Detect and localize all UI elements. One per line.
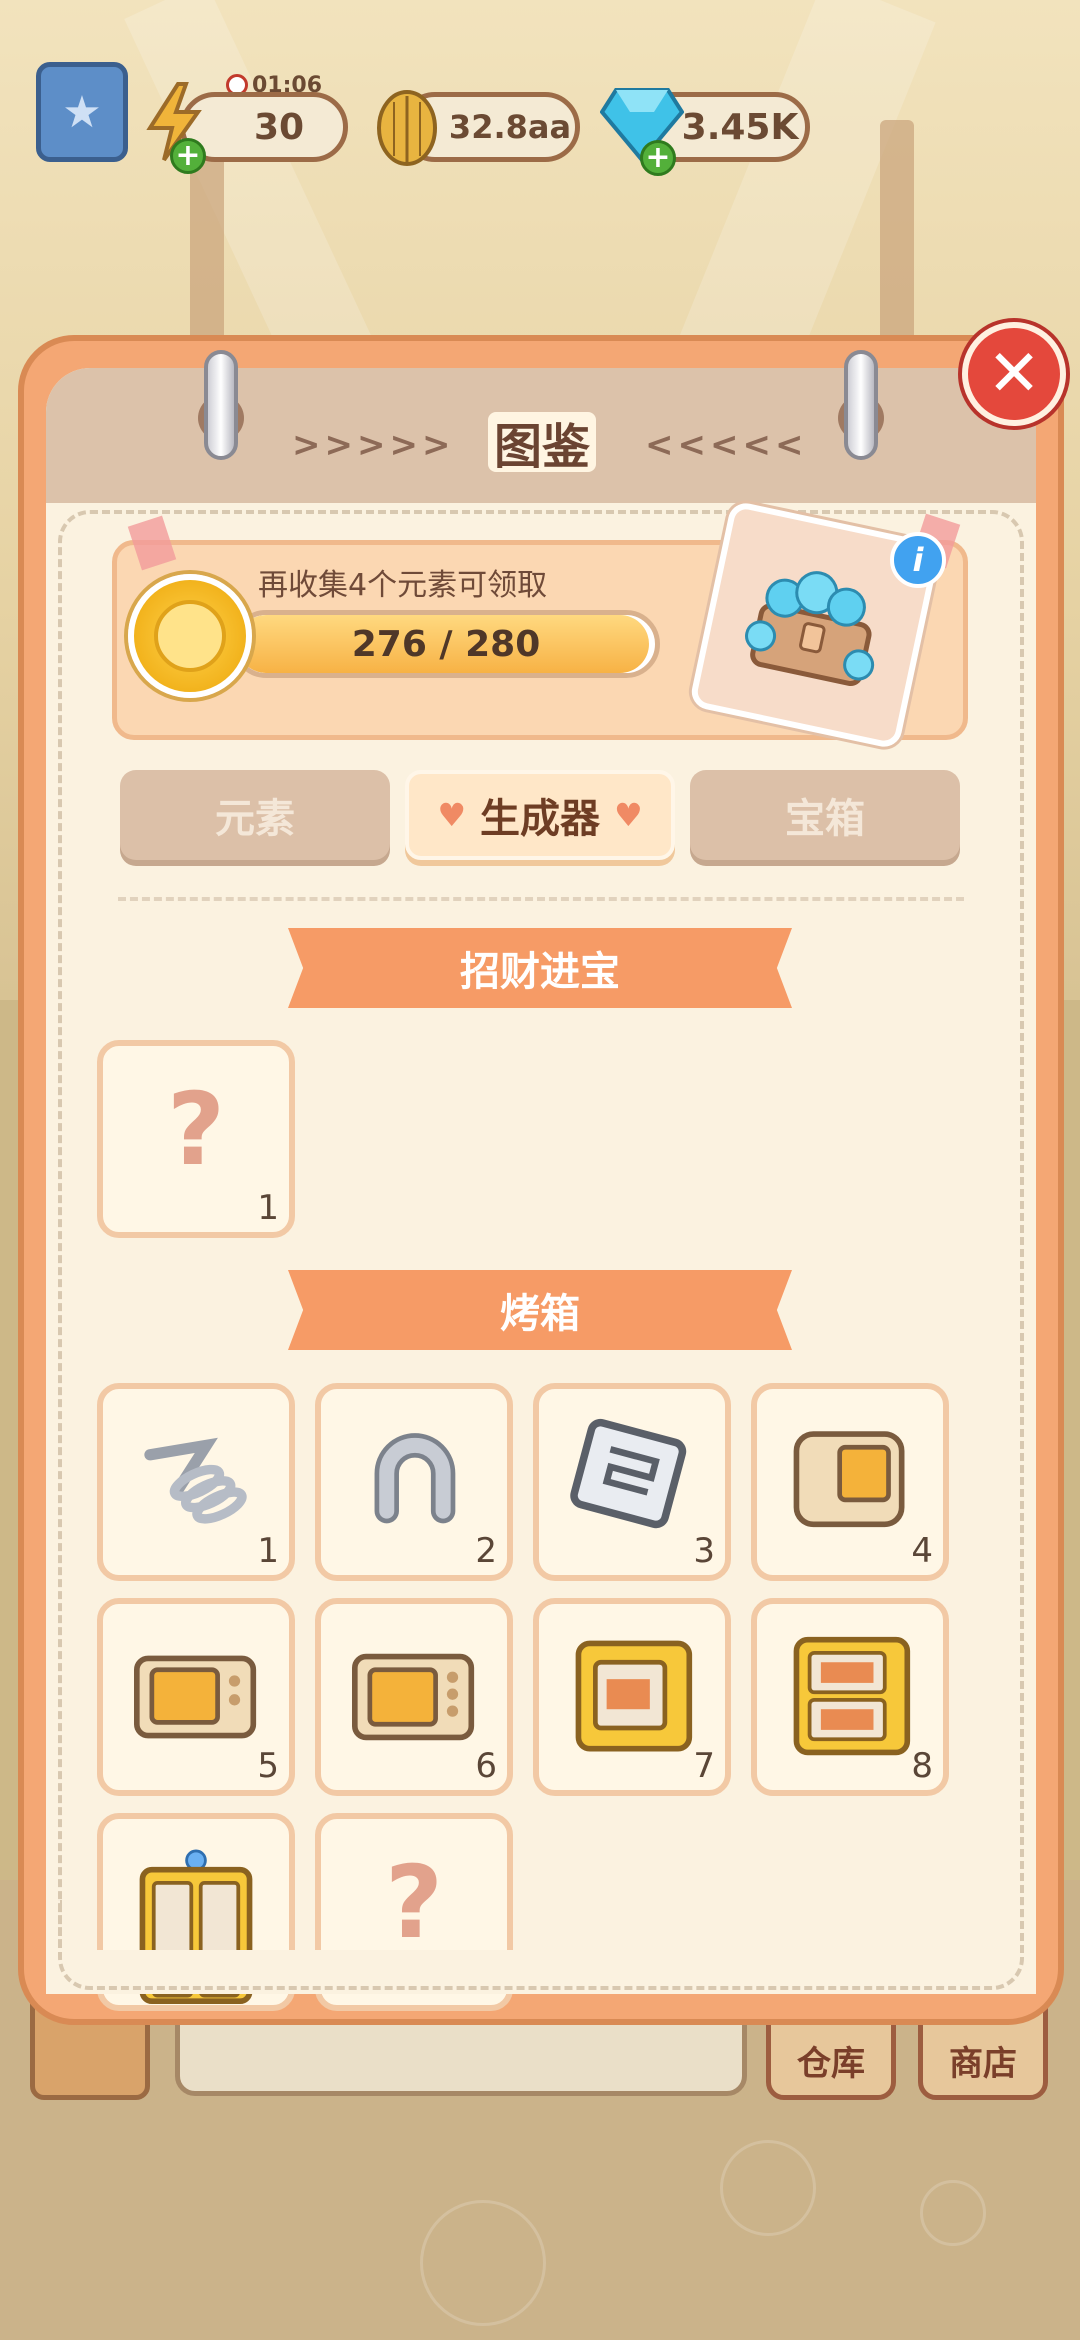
item-level: 1 <box>257 1188 279 1228</box>
panel-title: 图鉴 <box>488 412 596 475</box>
section-title-ribbon: 招财进宝 <box>288 928 792 1008</box>
gem-chest-icon <box>745 571 875 686</box>
tab-chests[interactable]: 宝箱 <box>690 770 960 860</box>
item-level: 1 <box>257 1531 279 1571</box>
warehouse-label: 仓库 <box>797 2044 865 2084</box>
stitch-border <box>58 1900 1024 1990</box>
bubble-decoration <box>720 2140 816 2236</box>
generator-slot[interactable]: 8 <box>751 1598 949 1796</box>
generator-slot-locked[interactable]: ? 1 <box>97 1040 295 1238</box>
title-arrows-right: <<<<< <box>645 425 808 465</box>
tab-generators[interactable]: ♥ 生成器 ♥ <box>405 770 675 860</box>
tab-chests-label: 宝箱 <box>785 796 865 842</box>
item-level: 4 <box>911 1531 933 1571</box>
generator-slot[interactable]: 1 <box>97 1383 295 1581</box>
heart-icon: ♥ <box>614 796 643 834</box>
bubble-decoration <box>420 2200 546 2326</box>
item-level: 3 <box>693 1531 715 1571</box>
item-level: 8 <box>911 1746 933 1786</box>
info-icon: i <box>912 541 924 579</box>
energy-value: 30 <box>253 106 305 148</box>
codex-book-icon[interactable]: ★ <box>36 62 128 162</box>
acorn-coin-icon <box>128 574 252 698</box>
generator-slot[interactable]: 3 <box>533 1383 731 1581</box>
shop-label: 商店 <box>949 2044 1017 2084</box>
title-arrows-left: >>>>> <box>292 425 455 465</box>
binder-ring <box>204 350 238 460</box>
close-icon: ✕ <box>987 337 1041 411</box>
generator-slot[interactable]: 7 <box>533 1598 731 1796</box>
info-button[interactable]: i <box>890 532 946 588</box>
seed-icon <box>370 84 444 168</box>
bubble-decoration <box>920 2180 986 2246</box>
generator-slot[interactable]: 2 <box>315 1383 513 1581</box>
close-button[interactable]: ✕ <box>962 322 1066 426</box>
collection-progress-text: 276 / 280 <box>351 623 541 665</box>
heart-icon: ♥ <box>437 796 466 834</box>
add-energy-button[interactable]: + <box>170 138 206 174</box>
section-divider <box>118 897 964 901</box>
binder-ring <box>844 350 878 460</box>
gem-value: 3.45K <box>681 106 799 148</box>
item-level: 5 <box>257 1746 279 1786</box>
seed-value: 32.8aa <box>448 108 572 146</box>
generator-slot[interactable]: 4 <box>751 1383 949 1581</box>
item-level: 7 <box>693 1746 715 1786</box>
collection-label: 再收集4个元素可领取 <box>258 568 548 603</box>
generator-slot[interactable]: 5 <box>97 1598 295 1796</box>
generator-slot[interactable]: 6 <box>315 1598 513 1796</box>
item-level: 2 <box>475 1531 497 1571</box>
tab-elements[interactable]: 元素 <box>120 770 390 860</box>
section-title-ribbon: 烤箱 <box>288 1270 792 1350</box>
add-gems-button[interactable]: + <box>640 140 676 176</box>
item-level: 6 <box>475 1746 497 1786</box>
tab-generators-label: 生成器 <box>480 796 600 842</box>
tab-elements-label: 元素 <box>215 796 295 842</box>
